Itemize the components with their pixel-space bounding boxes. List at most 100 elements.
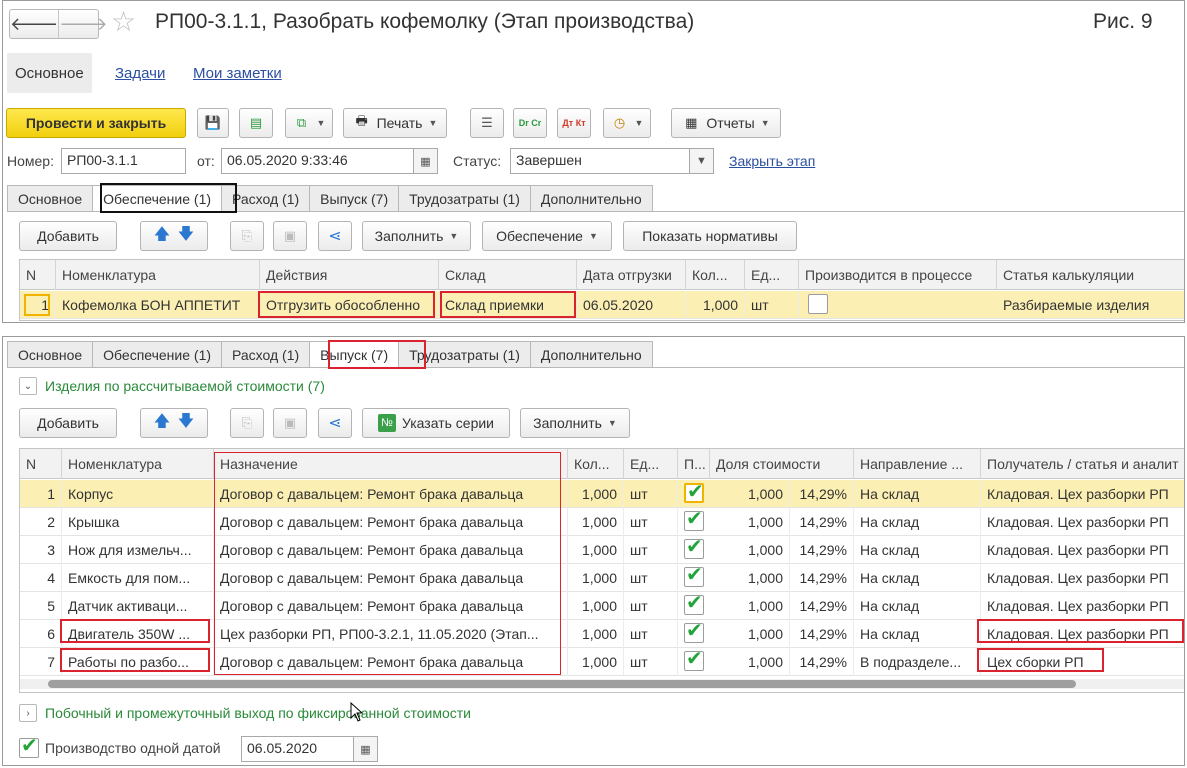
- col-actions[interactable]: Действия: [260, 260, 439, 290]
- table-row[interactable]: 3 Нож для измельч... Договор с давальцем: …: [20, 536, 1184, 564]
- split-button[interactable]: ⋖: [318, 408, 352, 438]
- tab-provision[interactable]: Обеспечение (1): [92, 185, 223, 212]
- close-stage-link[interactable]: Закрыть этап: [729, 153, 815, 169]
- back-button[interactable]: 🡐: [10, 10, 58, 38]
- in-process-checkbox[interactable]: [808, 294, 828, 314]
- expand-chevron-icon[interactable]: ›: [19, 704, 37, 722]
- row-recipient: Кладовая. Цех разборки РП: [987, 598, 1169, 614]
- col-unit[interactable]: Ед...: [745, 260, 799, 290]
- col-unit[interactable]: Ед...: [624, 449, 678, 479]
- single-date-checkbox-row[interactable]: ✔ Производство одной датой: [19, 735, 221, 758]
- produced-checkbox[interactable]: ✔: [684, 508, 704, 531]
- paste-button[interactable]: ▣: [273, 221, 307, 251]
- move-up-icon[interactable]: 🡅: [153, 413, 171, 432]
- col-nomenclature[interactable]: Номенклатура: [56, 260, 260, 290]
- tab-labor[interactable]: Трудозатраты (1): [398, 185, 531, 212]
- col-qty[interactable]: Кол...: [568, 449, 624, 479]
- move-down-icon[interactable]: 🡇: [177, 413, 195, 432]
- col-nomenclature[interactable]: Номенклатура: [62, 449, 214, 479]
- add-button[interactable]: Добавить: [19, 408, 117, 438]
- move-up-icon[interactable]: 🡅: [153, 226, 171, 245]
- calendar-button[interactable]: ▦: [354, 736, 378, 762]
- post-and-close-button[interactable]: Провести и закрыть: [6, 108, 186, 138]
- col-qty[interactable]: Кол...: [686, 260, 745, 290]
- table-row[interactable]: 2 Крышка Договор с давальцем: Ремонт брака…: [20, 508, 1184, 536]
- chevron-down-icon: ▼: [449, 231, 459, 241]
- tab-output[interactable]: Выпуск (7): [309, 185, 400, 212]
- col-direction[interactable]: Направление ...: [854, 449, 981, 479]
- calculated-items-group[interactable]: ⌄ Изделия по рассчитываемой стоимости (7…: [19, 377, 325, 395]
- produced-checkbox[interactable]: ✔: [684, 481, 704, 503]
- col-p[interactable]: П...: [678, 449, 710, 479]
- table-row[interactable]: 5 Датчик активаци... Договор с давальцем: …: [20, 592, 1184, 620]
- fill-button[interactable]: Заполнить ▼: [362, 221, 471, 251]
- history-button[interactable]: ◷ ▼: [603, 108, 651, 138]
- tab-basic[interactable]: Основное: [7, 185, 94, 212]
- single-date-checkbox[interactable]: ✔: [19, 735, 39, 758]
- produced-checkbox[interactable]: ✔: [684, 592, 704, 615]
- table-row[interactable]: 6 Двигатель 350W ... Цех разборки РП, РП00…: [20, 620, 1184, 648]
- create-based-on-button[interactable]: ⧉ ▼: [285, 108, 333, 138]
- col-recipient[interactable]: Получатель / статья и аналит: [981, 449, 1184, 479]
- status-select[interactable]: Завершен: [510, 148, 690, 174]
- table-row[interactable]: 7 Работы по разбо... Договор с давальцем: …: [20, 648, 1184, 676]
- number-field[interactable]: РП00-3.1.1: [61, 148, 186, 174]
- tab-main-basic[interactable]: Основное: [7, 53, 92, 93]
- document-tabs: Основное Обеспечение (1) Расход (1) Выпу…: [7, 185, 653, 212]
- side-output-group[interactable]: › Побочный и промежуточный выход по фикс…: [19, 704, 471, 722]
- copy-button[interactable]: ⎘: [230, 408, 264, 438]
- move-down-icon[interactable]: 🡇: [177, 226, 195, 245]
- col-cost-item[interactable]: Статья калькуляции: [997, 260, 1184, 290]
- forward-button[interactable]: 🡒: [58, 10, 108, 38]
- table-row[interactable]: 4 Емкость для пом... Договор с давальцем: …: [20, 564, 1184, 592]
- horizontal-scrollbar[interactable]: [20, 679, 1184, 689]
- show-norms-button[interactable]: Показать нормативы: [623, 221, 797, 251]
- tab-main-notes[interactable]: Мои заметки: [185, 53, 290, 93]
- paste-button[interactable]: ▣: [273, 408, 307, 438]
- produced-checkbox[interactable]: ✔: [684, 648, 704, 671]
- dt-kt-button[interactable]: Дт Кт: [557, 108, 591, 138]
- checkmark-icon: ✔: [686, 564, 703, 586]
- col-ship-date[interactable]: Дата отгрузки: [577, 260, 686, 290]
- tab-main-tasks[interactable]: Задачи: [107, 53, 173, 93]
- date-field[interactable]: 06.05.2020 9:33:46: [221, 148, 414, 174]
- save-button[interactable]: 💾: [197, 108, 229, 138]
- col-cost-share[interactable]: Доля стоимости: [710, 449, 854, 479]
- provision-button[interactable]: Обеспечение ▼: [482, 221, 612, 251]
- scrollbar-thumb[interactable]: [48, 680, 1076, 688]
- journal-button[interactable]: ☰: [470, 108, 504, 138]
- status-dropdown-button[interactable]: ▼: [690, 148, 714, 174]
- col-n[interactable]: N: [20, 449, 62, 479]
- tab-additional[interactable]: Дополнительно: [529, 341, 653, 368]
- add-button[interactable]: Добавить: [19, 221, 117, 251]
- calendar-button[interactable]: ▦: [414, 148, 438, 174]
- col-in-process[interactable]: Производится в процессе: [799, 260, 997, 290]
- produced-checkbox[interactable]: ✔: [684, 620, 704, 643]
- tab-labor[interactable]: Трудозатраты (1): [398, 341, 531, 368]
- tab-consumption[interactable]: Расход (1): [221, 341, 311, 368]
- col-warehouse[interactable]: Склад: [439, 260, 577, 290]
- tab-consumption[interactable]: Расход (1): [221, 185, 311, 212]
- tab-additional[interactable]: Дополнительно: [529, 185, 653, 212]
- split-button[interactable]: ⋖: [318, 221, 352, 251]
- specify-series-button[interactable]: № Указать серии: [362, 408, 510, 438]
- col-purpose[interactable]: Назначение: [214, 449, 568, 479]
- favorite-star-icon[interactable]: ☆: [111, 7, 136, 37]
- production-date-field[interactable]: 06.05.2020: [241, 736, 354, 762]
- table-row[interactable]: 1 Кофемолка БОН АППЕТИТ Отгрузить обособ…: [20, 291, 1184, 319]
- tab-basic[interactable]: Основное: [7, 341, 94, 368]
- fill-button[interactable]: Заполнить ▼: [520, 408, 630, 438]
- produced-checkbox[interactable]: ✔: [684, 564, 704, 587]
- row-purpose: Цех разборки РП, РП00-3.2.1, 11.05.2020 …: [214, 620, 568, 648]
- post-button[interactable]: ▤: [239, 108, 273, 138]
- tab-output[interactable]: Выпуск (7): [309, 341, 400, 368]
- expand-chevron-icon[interactable]: ⌄: [19, 377, 37, 395]
- produced-checkbox[interactable]: ✔: [684, 536, 704, 559]
- copy-button[interactable]: ⎘: [230, 221, 264, 251]
- table-row[interactable]: 1 Корпус Договор с давальцем: Ремонт брака…: [20, 480, 1184, 508]
- dr-cr-button[interactable]: Dr Cr: [513, 108, 547, 138]
- reports-button[interactable]: ▦ Отчеты ▼: [671, 108, 781, 138]
- tab-provision[interactable]: Обеспечение (1): [92, 341, 223, 368]
- print-button[interactable]: 🖶 Печать ▼: [343, 108, 447, 138]
- col-n[interactable]: N: [20, 260, 56, 290]
